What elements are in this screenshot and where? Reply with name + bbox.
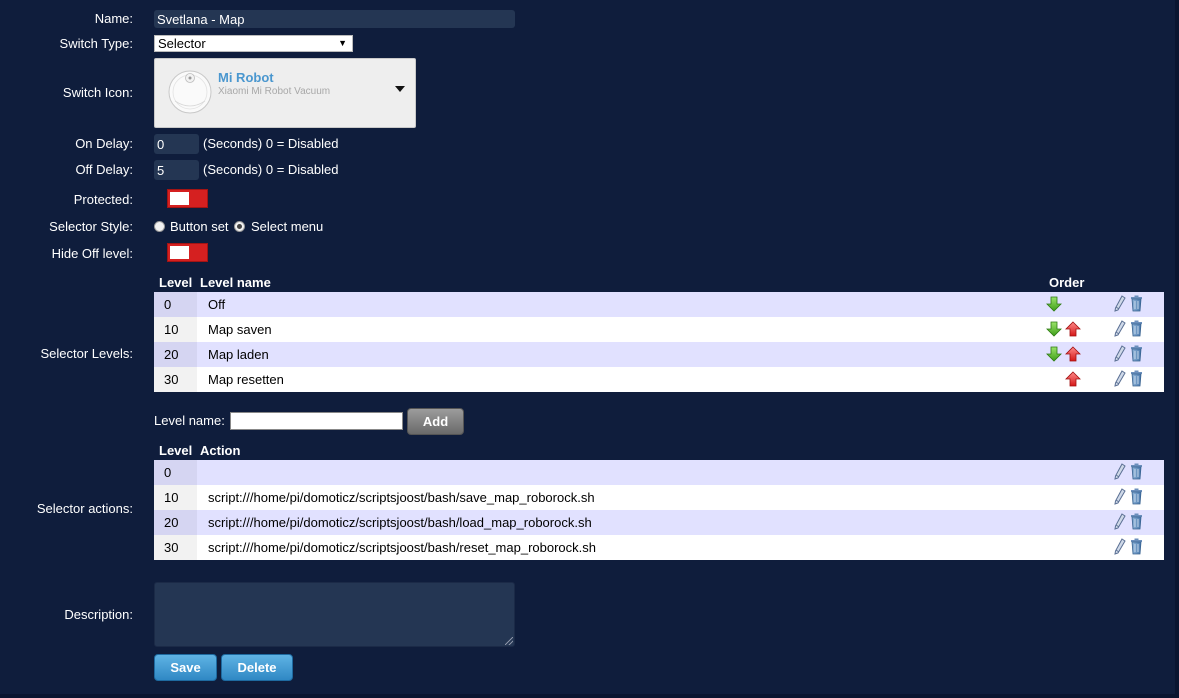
actions-header-level: Level [159,443,193,458]
description-label: Description: [64,607,133,622]
trash-icon[interactable] [1130,463,1143,480]
table-row[interactable]: 20 script:///home/pi/domoticz/scriptsjoo… [154,510,1164,535]
window-edge [1175,0,1179,698]
protected-label: Protected: [73,192,133,207]
switch-type-select[interactable]: Selector ▼ [154,35,353,52]
action-cell: script:///home/pi/domoticz/scriptsjoost/… [208,490,595,505]
description-textarea[interactable] [154,582,515,647]
caret-down-icon[interactable] [395,86,405,92]
move-up-icon[interactable] [1065,371,1081,387]
level-name-cell: Map laden [208,347,269,362]
level-cell: 10 [154,485,197,510]
edit-icon[interactable] [1114,370,1126,387]
selector-actions-label: Selector actions: [36,501,133,516]
protected-toggle[interactable] [167,189,208,208]
icon-subtitle: Xiaomi Mi Robot Vacuum [218,86,331,97]
resize-grip-icon[interactable] [505,637,513,645]
hide-off-toggle[interactable] [167,243,208,262]
move-down-icon[interactable] [1046,346,1062,362]
switch-icon-label: Switch Icon: [62,85,133,100]
level-name-input[interactable] [230,412,403,430]
levels-header-name: Level name [200,275,271,290]
on-delay-hint: (Seconds) 0 = Disabled [203,136,339,151]
edit-icon[interactable] [1114,295,1126,312]
robot-vacuum-icon [168,70,212,114]
selector-style-label: Selector Style: [49,219,133,234]
toggle-knob [170,246,189,259]
trash-icon[interactable] [1130,345,1143,362]
toggle-knob [170,192,189,205]
on-delay-input[interactable] [154,134,199,154]
level-name-label: Level name: [154,413,225,428]
off-delay-input[interactable] [154,160,199,180]
table-row[interactable]: 30 script:///home/pi/domoticz/scriptsjoo… [154,535,1164,560]
edit-icon[interactable] [1114,488,1126,505]
selector-levels-label: Selector Levels: [40,346,134,361]
trash-icon[interactable] [1130,488,1143,505]
edit-icon[interactable] [1114,538,1126,555]
edit-icon[interactable] [1114,463,1126,480]
delete-button[interactable]: Delete [221,654,293,681]
edit-icon[interactable] [1114,320,1126,337]
table-row[interactable]: 0 Off [154,292,1164,317]
edit-icon[interactable] [1114,513,1126,530]
table-row[interactable]: 10 script:///home/pi/domoticz/scriptsjoo… [154,485,1164,510]
level-cell: 20 [154,342,197,367]
radio-button-set[interactable] [154,221,165,232]
level-cell: 0 [154,292,197,317]
levels-header-level: Level [159,275,193,290]
add-button[interactable]: Add [407,408,464,435]
radio-select-menu[interactable] [234,221,245,232]
move-down-icon[interactable] [1046,321,1062,337]
off-delay-label: Off Delay: [75,162,133,177]
levels-header-order: Order [1049,275,1085,290]
trash-icon[interactable] [1130,513,1143,530]
table-row[interactable]: 10 Map saven [154,317,1164,342]
trash-icon[interactable] [1130,370,1143,387]
level-cell: 30 [154,535,197,560]
actions-header-action: Action [200,443,241,458]
level-cell: 10 [154,317,197,342]
switch-type-value: Selector [158,36,206,51]
name-input[interactable] [154,10,515,28]
switch-type-label: Switch Type: [59,36,133,51]
edit-icon[interactable] [1114,345,1126,362]
name-label: Name: [94,11,133,26]
off-delay-hint: (Seconds) 0 = Disabled [203,162,339,177]
level-name-cell: Map saven [208,322,272,337]
chevron-down-icon: ▼ [338,38,347,48]
table-row[interactable]: 0 [154,460,1164,485]
radio-button-set-label: Button set [170,219,229,234]
level-cell: 0 [154,460,197,485]
on-delay-label: On Delay: [75,136,133,151]
move-up-icon[interactable] [1065,346,1081,362]
action-cell: script:///home/pi/domoticz/scriptsjoost/… [208,540,597,555]
window-bottom-edge [0,694,1179,698]
hide-off-label: Hide Off level: [51,246,133,261]
table-row[interactable]: 20 Map laden [154,342,1164,367]
level-name-cell: Off [208,297,226,312]
switch-icon-picker[interactable]: Mi Robot Xiaomi Mi Robot Vacuum [154,58,416,128]
save-button[interactable]: Save [154,654,217,681]
level-cell: 20 [154,510,197,535]
table-row[interactable]: 30 Map resetten [154,367,1164,392]
actions-table: 0 10 script:///home/pi/domoticz/scriptsj… [154,460,1164,560]
trash-icon[interactable] [1130,320,1143,337]
level-cell: 30 [154,367,197,392]
icon-title: Mi Robot [218,70,274,85]
move-up-icon[interactable] [1065,321,1081,337]
trash-icon[interactable] [1130,295,1143,312]
level-name-cell: Map resetten [208,372,284,387]
action-cell: script:///home/pi/domoticz/scriptsjoost/… [208,515,592,530]
move-down-icon[interactable] [1046,296,1062,312]
levels-table: 0 Off 10 Map saven 20 Map laden 30 Map r… [154,292,1164,392]
radio-select-menu-label: Select menu [251,219,324,234]
trash-icon[interactable] [1130,538,1143,555]
